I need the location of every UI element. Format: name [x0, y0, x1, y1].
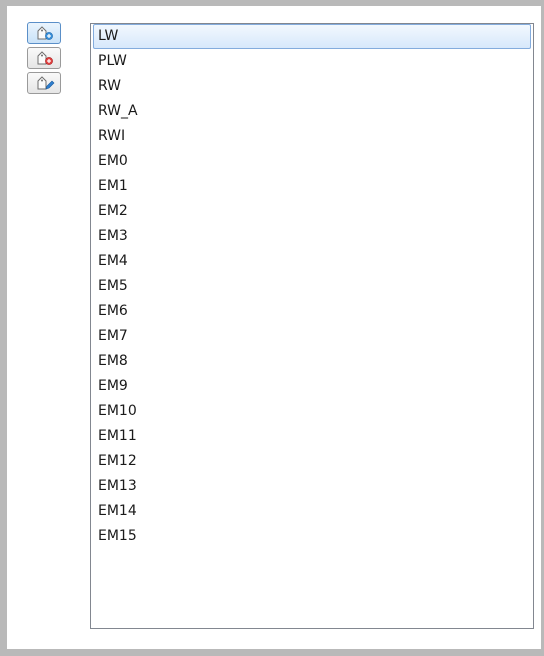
edit-tag-button[interactable] — [27, 72, 61, 94]
tag-add-icon — [37, 26, 53, 40]
list-item[interactable]: RWI — [93, 124, 531, 149]
tag-edit-icon — [37, 76, 55, 90]
list-item[interactable]: EM9 — [93, 374, 531, 399]
tag-toolbar — [27, 22, 67, 97]
list-item[interactable]: EM6 — [93, 299, 531, 324]
list-item[interactable]: EM15 — [93, 524, 531, 549]
tag-delete-icon — [37, 51, 53, 65]
list-item[interactable]: EM11 — [93, 424, 531, 449]
list-item[interactable]: PLW — [93, 49, 531, 74]
list-item[interactable]: EM1 — [93, 174, 531, 199]
list-item[interactable]: EM14 — [93, 499, 531, 524]
list-item[interactable]: EM4 — [93, 249, 531, 274]
list-item[interactable]: EM0 — [93, 149, 531, 174]
list-item[interactable]: EM5 — [93, 274, 531, 299]
list-item[interactable]: EM10 — [93, 399, 531, 424]
tag-manager-window: LW PLW RW RW_A RWI EM0 EM1 EM2 EM3 EM4 EM5 EM6 EM7 EM… — [0, 0, 544, 656]
list-item[interactable]: EM3 — [93, 224, 531, 249]
list-item[interactable]: EM7 — [93, 324, 531, 349]
list-item[interactable]: EM13 — [93, 474, 531, 499]
list-item[interactable]: RW_A — [93, 99, 531, 124]
add-tag-button[interactable] — [27, 22, 61, 44]
list-item[interactable]: EM2 — [93, 199, 531, 224]
list-item-selected[interactable]: LW — [93, 24, 531, 49]
list-item[interactable]: EM12 — [93, 449, 531, 474]
tag-list[interactable]: LW PLW RW RW_A RWI EM0 EM1 EM2 EM3 EM4 EM5 EM6 EM7 EM… — [90, 23, 534, 629]
list-item[interactable]: EM8 — [93, 349, 531, 374]
remove-tag-button[interactable] — [27, 47, 61, 69]
list-item[interactable]: RW — [93, 74, 531, 99]
